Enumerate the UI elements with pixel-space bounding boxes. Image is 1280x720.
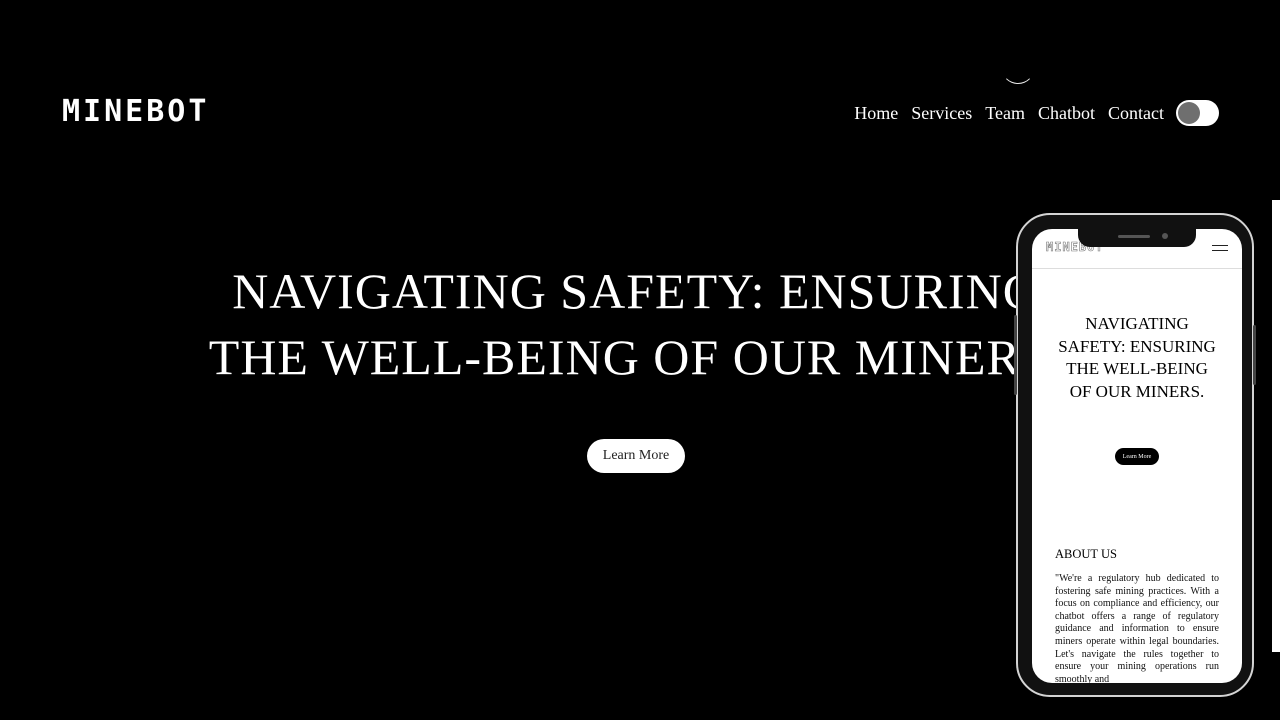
mobile-hero-title: NAVIGATING SAFETY: ENSURING THE WELL-BEI… [1058, 314, 1216, 401]
mobile-learn-more-button[interactable]: Learn More [1115, 448, 1159, 465]
camera-icon [1162, 233, 1168, 239]
nav-contact[interactable]: Contact [1108, 100, 1164, 126]
mobile-about-title: ABOUT US [1055, 547, 1117, 561]
toggle-knob [1178, 102, 1200, 124]
main-nav: Home Services Team Chatbot Contact [854, 100, 1164, 126]
mobile-about-text: "We're a regulatory hub dedicated to fos… [1055, 573, 1219, 683]
phone-notch [1078, 229, 1196, 247]
learn-more-button[interactable]: Learn More [587, 439, 685, 473]
nav-team[interactable]: Team [985, 100, 1025, 126]
nav-chatbot[interactable]: Chatbot [1038, 100, 1095, 126]
speaker-icon [1118, 235, 1150, 238]
phone-power-button [1253, 325, 1256, 385]
mobile-header-divider [1032, 268, 1242, 269]
theme-toggle[interactable] [1176, 100, 1219, 126]
site-logo[interactable]: MINEBOT [62, 96, 209, 128]
nav-services[interactable]: Services [911, 100, 972, 126]
phone-side-button [1014, 315, 1017, 395]
mobile-preview-phone: MINEBOT NAVIGATING SAFETY: ENSURING THE … [1014, 213, 1256, 697]
hamburger-menu-icon[interactable] [1212, 245, 1228, 252]
loading-spinner-icon [1001, 50, 1035, 84]
side-panel-edge [1272, 200, 1280, 652]
nav-home[interactable]: Home [854, 100, 898, 126]
mobile-screen: MINEBOT NAVIGATING SAFETY: ENSURING THE … [1032, 229, 1242, 683]
